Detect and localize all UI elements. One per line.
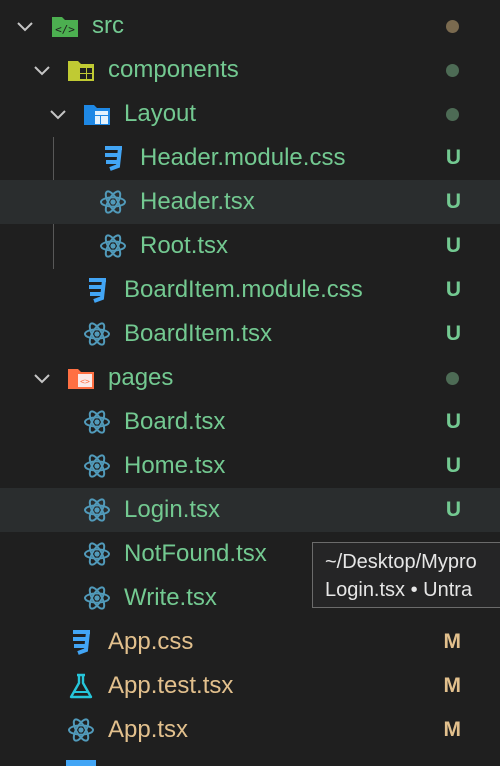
tooltip-detail: Login.tsx • Untra [325, 579, 473, 601]
tree-item-label: App.tsx [108, 716, 189, 743]
tree-file-app-test-tsx[interactable]: App.test.tsx M [0, 664, 500, 708]
git-status-badge: U [445, 234, 461, 257]
tree-file-app-css[interactable]: App.css M [0, 620, 500, 664]
tree-item-label: Header.module.css [140, 144, 346, 171]
tree-file-login-tsx[interactable]: Login.tsx U [0, 488, 500, 532]
tree-item-label: BoardItem.tsx [124, 320, 273, 347]
git-status-badge: U [445, 278, 461, 301]
tree-item-label: Home.tsx [124, 452, 226, 479]
css-icon [89, 278, 106, 303]
tree-item-label: NotFound.tsx [124, 540, 267, 567]
tree-file-boarditem-tsx[interactable]: BoardItem.tsx U [0, 312, 500, 356]
tree-item-label: Root.tsx [140, 232, 229, 259]
tree-folder-src[interactable]: </> src [0, 4, 500, 48]
tree-folder-layout[interactable]: Layout [0, 92, 500, 136]
folder-pages-icon: <> [68, 369, 94, 389]
react-icon [100, 234, 126, 258]
git-status-badge: U [445, 322, 461, 345]
tree-item-label: Layout [124, 100, 197, 127]
tree-folder-components[interactable]: components [0, 48, 500, 92]
chevron-down-icon[interactable] [14, 15, 36, 37]
react-icon [84, 586, 110, 610]
tree-file-header-tsx[interactable]: Header.tsx U [0, 180, 500, 224]
css-icon [73, 630, 90, 655]
status-dot [446, 20, 459, 33]
tree-item-label: src [92, 12, 124, 39]
react-icon [84, 322, 110, 346]
tree-item-label: App.test.tsx [108, 672, 234, 699]
partial-row-icon [66, 760, 96, 766]
tree-file-boarditem-module-css[interactable]: BoardItem.module.css U [0, 268, 500, 312]
folder-components-icon [68, 61, 94, 81]
tree-file-board-tsx[interactable]: Board.tsx U [0, 400, 500, 444]
status-dot [446, 64, 459, 77]
css-icon [105, 146, 122, 171]
tree-file-root-tsx[interactable]: Root.tsx U [0, 224, 500, 268]
git-status-badge: U [445, 410, 461, 433]
file-hover-tooltip: ~/Desktop/Mypro Login.tsx • Untra [312, 542, 500, 608]
tree-item-label: Board.tsx [124, 408, 226, 435]
tree-item-label: pages [108, 364, 174, 391]
tree-item-label: Login.tsx [124, 496, 221, 523]
status-dot [446, 372, 459, 385]
git-status-badge: U [445, 498, 461, 521]
chevron-down-icon[interactable] [31, 59, 53, 81]
git-status-badge: U [445, 146, 461, 169]
git-status-badge: M [443, 718, 462, 741]
svg-text:</>: </> [55, 23, 75, 36]
react-icon [84, 542, 110, 566]
git-status-badge: U [445, 190, 461, 213]
tree-item-label: Header.tsx [140, 188, 255, 215]
git-status-badge: M [443, 630, 462, 653]
chevron-down-icon[interactable] [31, 367, 53, 389]
chevron-down-icon[interactable] [47, 103, 69, 125]
file-explorer-tree: </> src components Layout Header.module.… [0, 0, 500, 766]
status-dot [446, 108, 459, 121]
tree-item-label: App.css [108, 628, 194, 655]
folder-layout-icon [84, 105, 110, 125]
react-icon [84, 454, 110, 478]
tree-file-header-module-css[interactable]: Header.module.css U [0, 136, 500, 180]
tree-folder-pages[interactable]: <> pages [0, 356, 500, 400]
tree-file-home-tsx[interactable]: Home.tsx U [0, 444, 500, 488]
test-flask-icon [69, 673, 93, 699]
react-icon [84, 410, 110, 434]
git-status-badge: M [443, 674, 462, 697]
tree-item-label: Write.tsx [124, 584, 217, 611]
tree-file-app-tsx[interactable]: App.tsx M [0, 708, 500, 752]
tooltip-path: ~/Desktop/Mypro [325, 551, 477, 573]
folder-src-icon: </> [52, 17, 78, 37]
git-status-badge: U [445, 454, 461, 477]
tree-item-label: BoardItem.module.css [124, 276, 363, 303]
react-icon [100, 190, 126, 214]
react-icon [68, 718, 94, 742]
svg-text:<>: <> [80, 377, 90, 386]
tree-item-label: components [108, 56, 239, 83]
react-icon [84, 498, 110, 522]
